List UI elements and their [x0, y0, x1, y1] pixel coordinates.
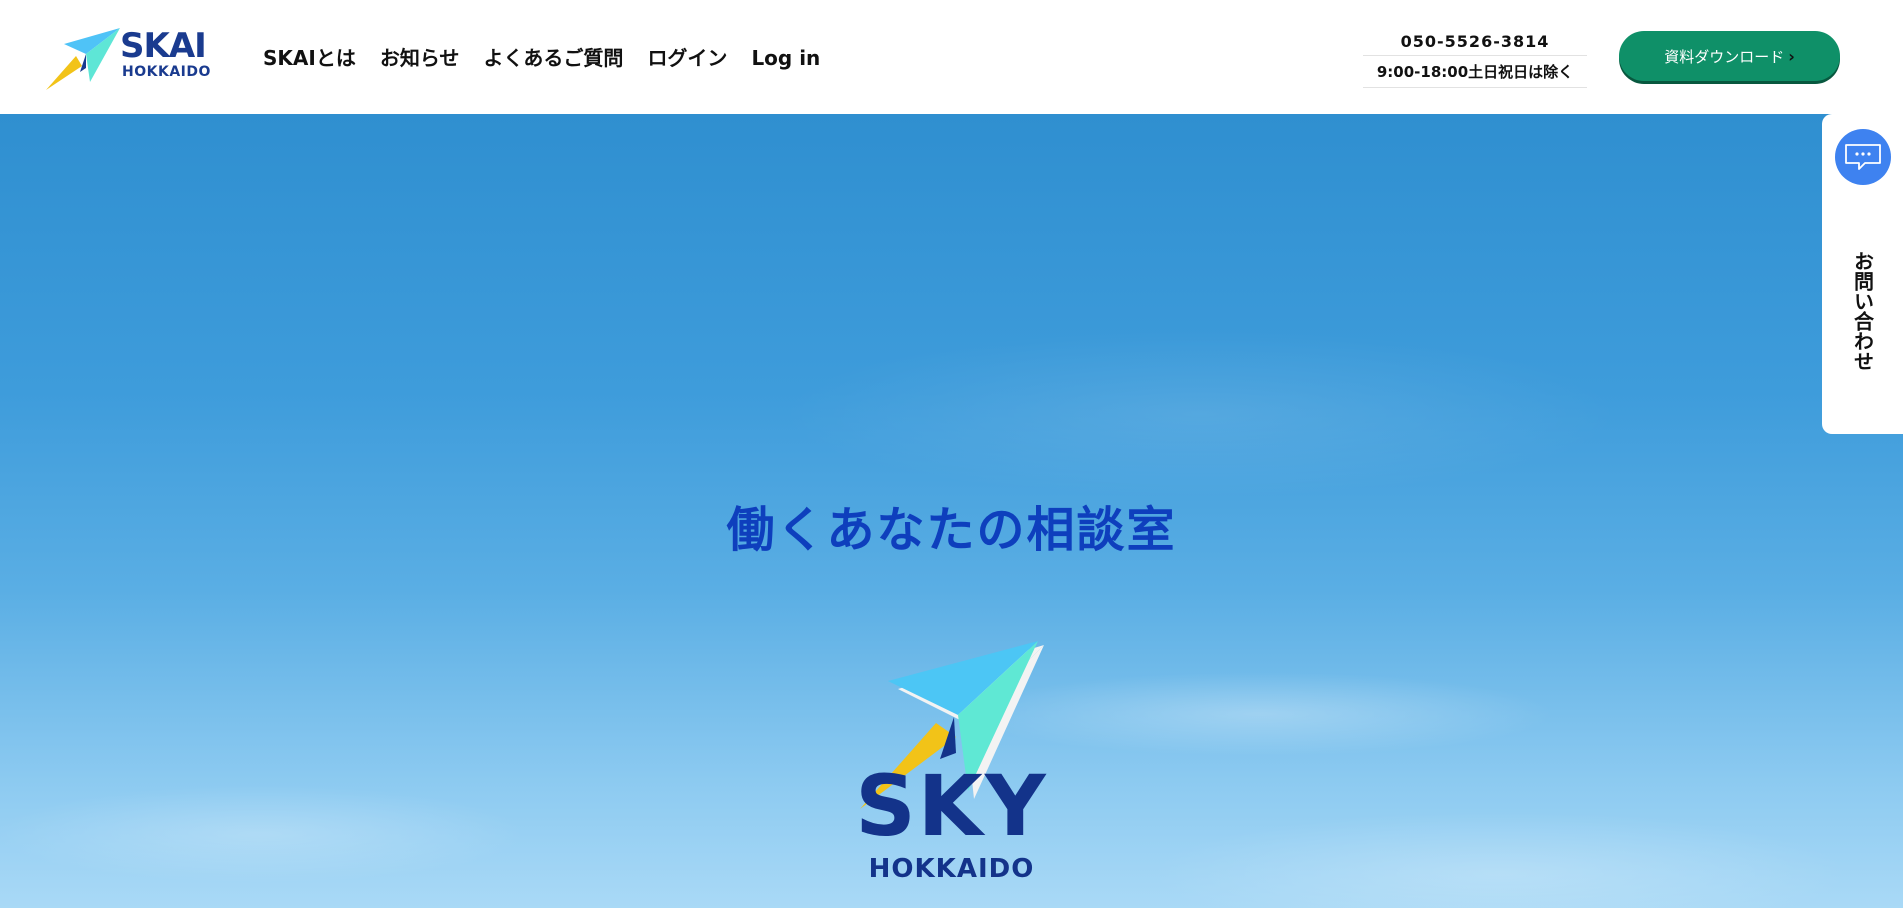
chevron-right-icon: ›	[1788, 46, 1795, 66]
hero-section: 働くあなたの相談室 SKY HOKKAIDO	[0, 114, 1903, 908]
hero-brand-text: SKY	[855, 757, 1048, 855]
phone-number[interactable]: 050-5526-3814	[1363, 28, 1587, 56]
inquiry-label: お問い合わせ	[1822, 211, 1903, 411]
contact-info: 050-5526-3814 9:00-18:00土日祝日は除く	[1363, 28, 1587, 88]
download-button-label: 資料ダウンロード	[1664, 47, 1785, 66]
download-materials-button[interactable]: 資料ダウンロード ›	[1619, 31, 1840, 81]
chat-bubble-icon	[1835, 129, 1891, 185]
hero-tagline: 働くあなたの相談室	[726, 502, 1177, 558]
site-logo[interactable]: SKAI HOKKAIDO	[46, 22, 210, 92]
inquiry-label-text: お問い合わせ	[1850, 251, 1875, 371]
site-header: SKAI HOKKAIDO SKAIとは お知らせ よくあるご質問 ログイン L…	[0, 0, 1903, 114]
main-nav: SKAIとは お知らせ よくあるご質問 ログイン Log in	[263, 44, 844, 72]
nav-item-news[interactable]: お知らせ	[380, 44, 460, 72]
inquiry-side-tab[interactable]: お問い合わせ	[1822, 114, 1903, 434]
nav-item-login-ja[interactable]: ログイン	[647, 44, 727, 72]
nav-item-login-en[interactable]: Log in	[751, 44, 820, 72]
logo-wordmark: SKAI HOKKAIDO	[120, 28, 211, 80]
business-hours: 9:00-18:00土日祝日は除く	[1363, 56, 1587, 88]
logo-brand-text: SKAI	[120, 26, 207, 66]
paper-plane-logo-icon	[46, 28, 120, 90]
logo-sub-text: HOKKAIDO	[122, 64, 211, 80]
hero-brand-sub: HOKKAIDO	[868, 854, 1035, 884]
nav-item-about[interactable]: SKAIとは	[263, 44, 356, 72]
nav-item-faq[interactable]: よくあるご質問	[483, 44, 623, 72]
